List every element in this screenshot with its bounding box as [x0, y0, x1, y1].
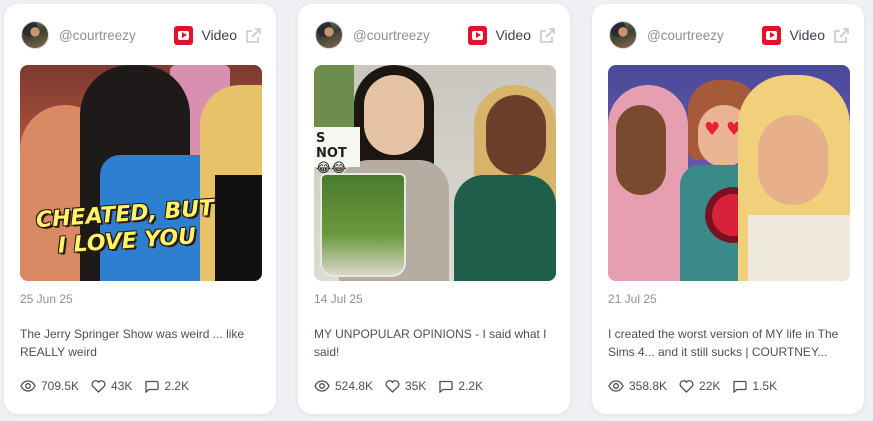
thumbnail-cup	[320, 173, 406, 277]
avatar[interactable]	[315, 21, 343, 49]
content-type-label: Video	[495, 27, 531, 43]
comments-stat: 1.5K	[732, 379, 777, 393]
video-card[interactable]: @courtreezy Video S NOT 😂😂 14 Jul 25 MY …	[298, 4, 570, 414]
eye-icon	[20, 380, 36, 392]
video-card[interactable]: @courtreezy Video CHEATED, BUT I LOVE YO…	[4, 4, 276, 414]
video-thumbnail[interactable]: S NOT 😂😂	[314, 65, 556, 281]
comments-stat: 2.2K	[144, 379, 189, 393]
external-link-icon[interactable]	[539, 27, 556, 44]
comments-count: 2.2K	[164, 379, 190, 393]
likes-count: 43K	[111, 379, 133, 393]
engagement-stats: 524.8K 35K 2.2K	[314, 379, 495, 393]
eye-icon	[314, 380, 330, 392]
heart-icon	[385, 379, 400, 393]
post-date: 21 Jul 25	[608, 292, 657, 306]
thumbnail-caption: S NOT 😂😂	[314, 127, 360, 176]
external-link-icon[interactable]	[245, 27, 262, 44]
likes-count: 22K	[699, 379, 721, 393]
likes-stat: 22K	[679, 379, 720, 393]
youtube-icon	[468, 25, 488, 45]
views-count: 524.8K	[335, 379, 374, 393]
likes-stat: 43K	[91, 379, 132, 393]
comment-icon	[733, 380, 748, 393]
card-header: @courtreezy Video	[609, 19, 850, 51]
post-date: 25 Jun 25	[20, 292, 73, 306]
content-type-label: Video	[201, 27, 237, 43]
views-stat: 358.8K	[608, 379, 667, 393]
thumbnail-figure	[364, 75, 424, 155]
thumbnail-figure	[486, 95, 546, 175]
eye-icon	[608, 380, 624, 392]
post-date: 14 Jul 25	[314, 292, 363, 306]
comments-stat: 2.2K	[438, 379, 483, 393]
card-header: @courtreezy Video	[315, 19, 556, 51]
comments-count: 1.5K	[752, 379, 778, 393]
heart-icon	[91, 379, 106, 393]
comment-icon	[145, 380, 160, 393]
thumbnail-figure	[454, 175, 556, 281]
avatar[interactable]	[609, 21, 637, 49]
content-type-label: Video	[789, 27, 825, 43]
heart-icon	[679, 379, 694, 393]
video-thumbnail[interactable]: CHEATED, BUT I LOVE YOU	[20, 65, 262, 281]
video-card[interactable]: @courtreezy Video ♥ ♥ 21 Jul 25 I create…	[592, 4, 864, 414]
views-count: 709.5K	[41, 379, 80, 393]
views-count: 358.8K	[629, 379, 668, 393]
youtube-icon	[174, 25, 194, 45]
views-stat: 709.5K	[20, 379, 79, 393]
comment-icon	[439, 380, 454, 393]
video-description: I created the worst version of MY life i…	[608, 327, 839, 359]
engagement-stats: 709.5K 43K 2.2K	[20, 379, 201, 393]
likes-stat: 35K	[385, 379, 426, 393]
heart-eye-icon: ♥	[704, 119, 721, 140]
creator-handle[interactable]: @courtreezy	[59, 28, 174, 43]
youtube-icon	[762, 25, 782, 45]
video-thumbnail[interactable]: ♥ ♥	[608, 65, 850, 281]
comments-count: 2.2K	[458, 379, 484, 393]
creator-handle[interactable]: @courtreezy	[353, 28, 468, 43]
video-description: The Jerry Springer Show was weird ... li…	[20, 327, 245, 359]
views-stat: 524.8K	[314, 379, 373, 393]
avatar[interactable]	[21, 21, 49, 49]
video-description: MY UNPOPULAR OPINIONS - I said what I sa…	[314, 327, 547, 359]
thumbnail-figure	[758, 115, 828, 205]
thumbnail-figure	[616, 105, 666, 195]
engagement-stats: 358.8K 22K 1.5K	[608, 379, 789, 393]
thumbnail-figure	[748, 215, 850, 281]
creator-handle[interactable]: @courtreezy	[647, 28, 762, 43]
card-header: @courtreezy Video	[21, 19, 262, 51]
likes-count: 35K	[405, 379, 427, 393]
external-link-icon[interactable]	[833, 27, 850, 44]
